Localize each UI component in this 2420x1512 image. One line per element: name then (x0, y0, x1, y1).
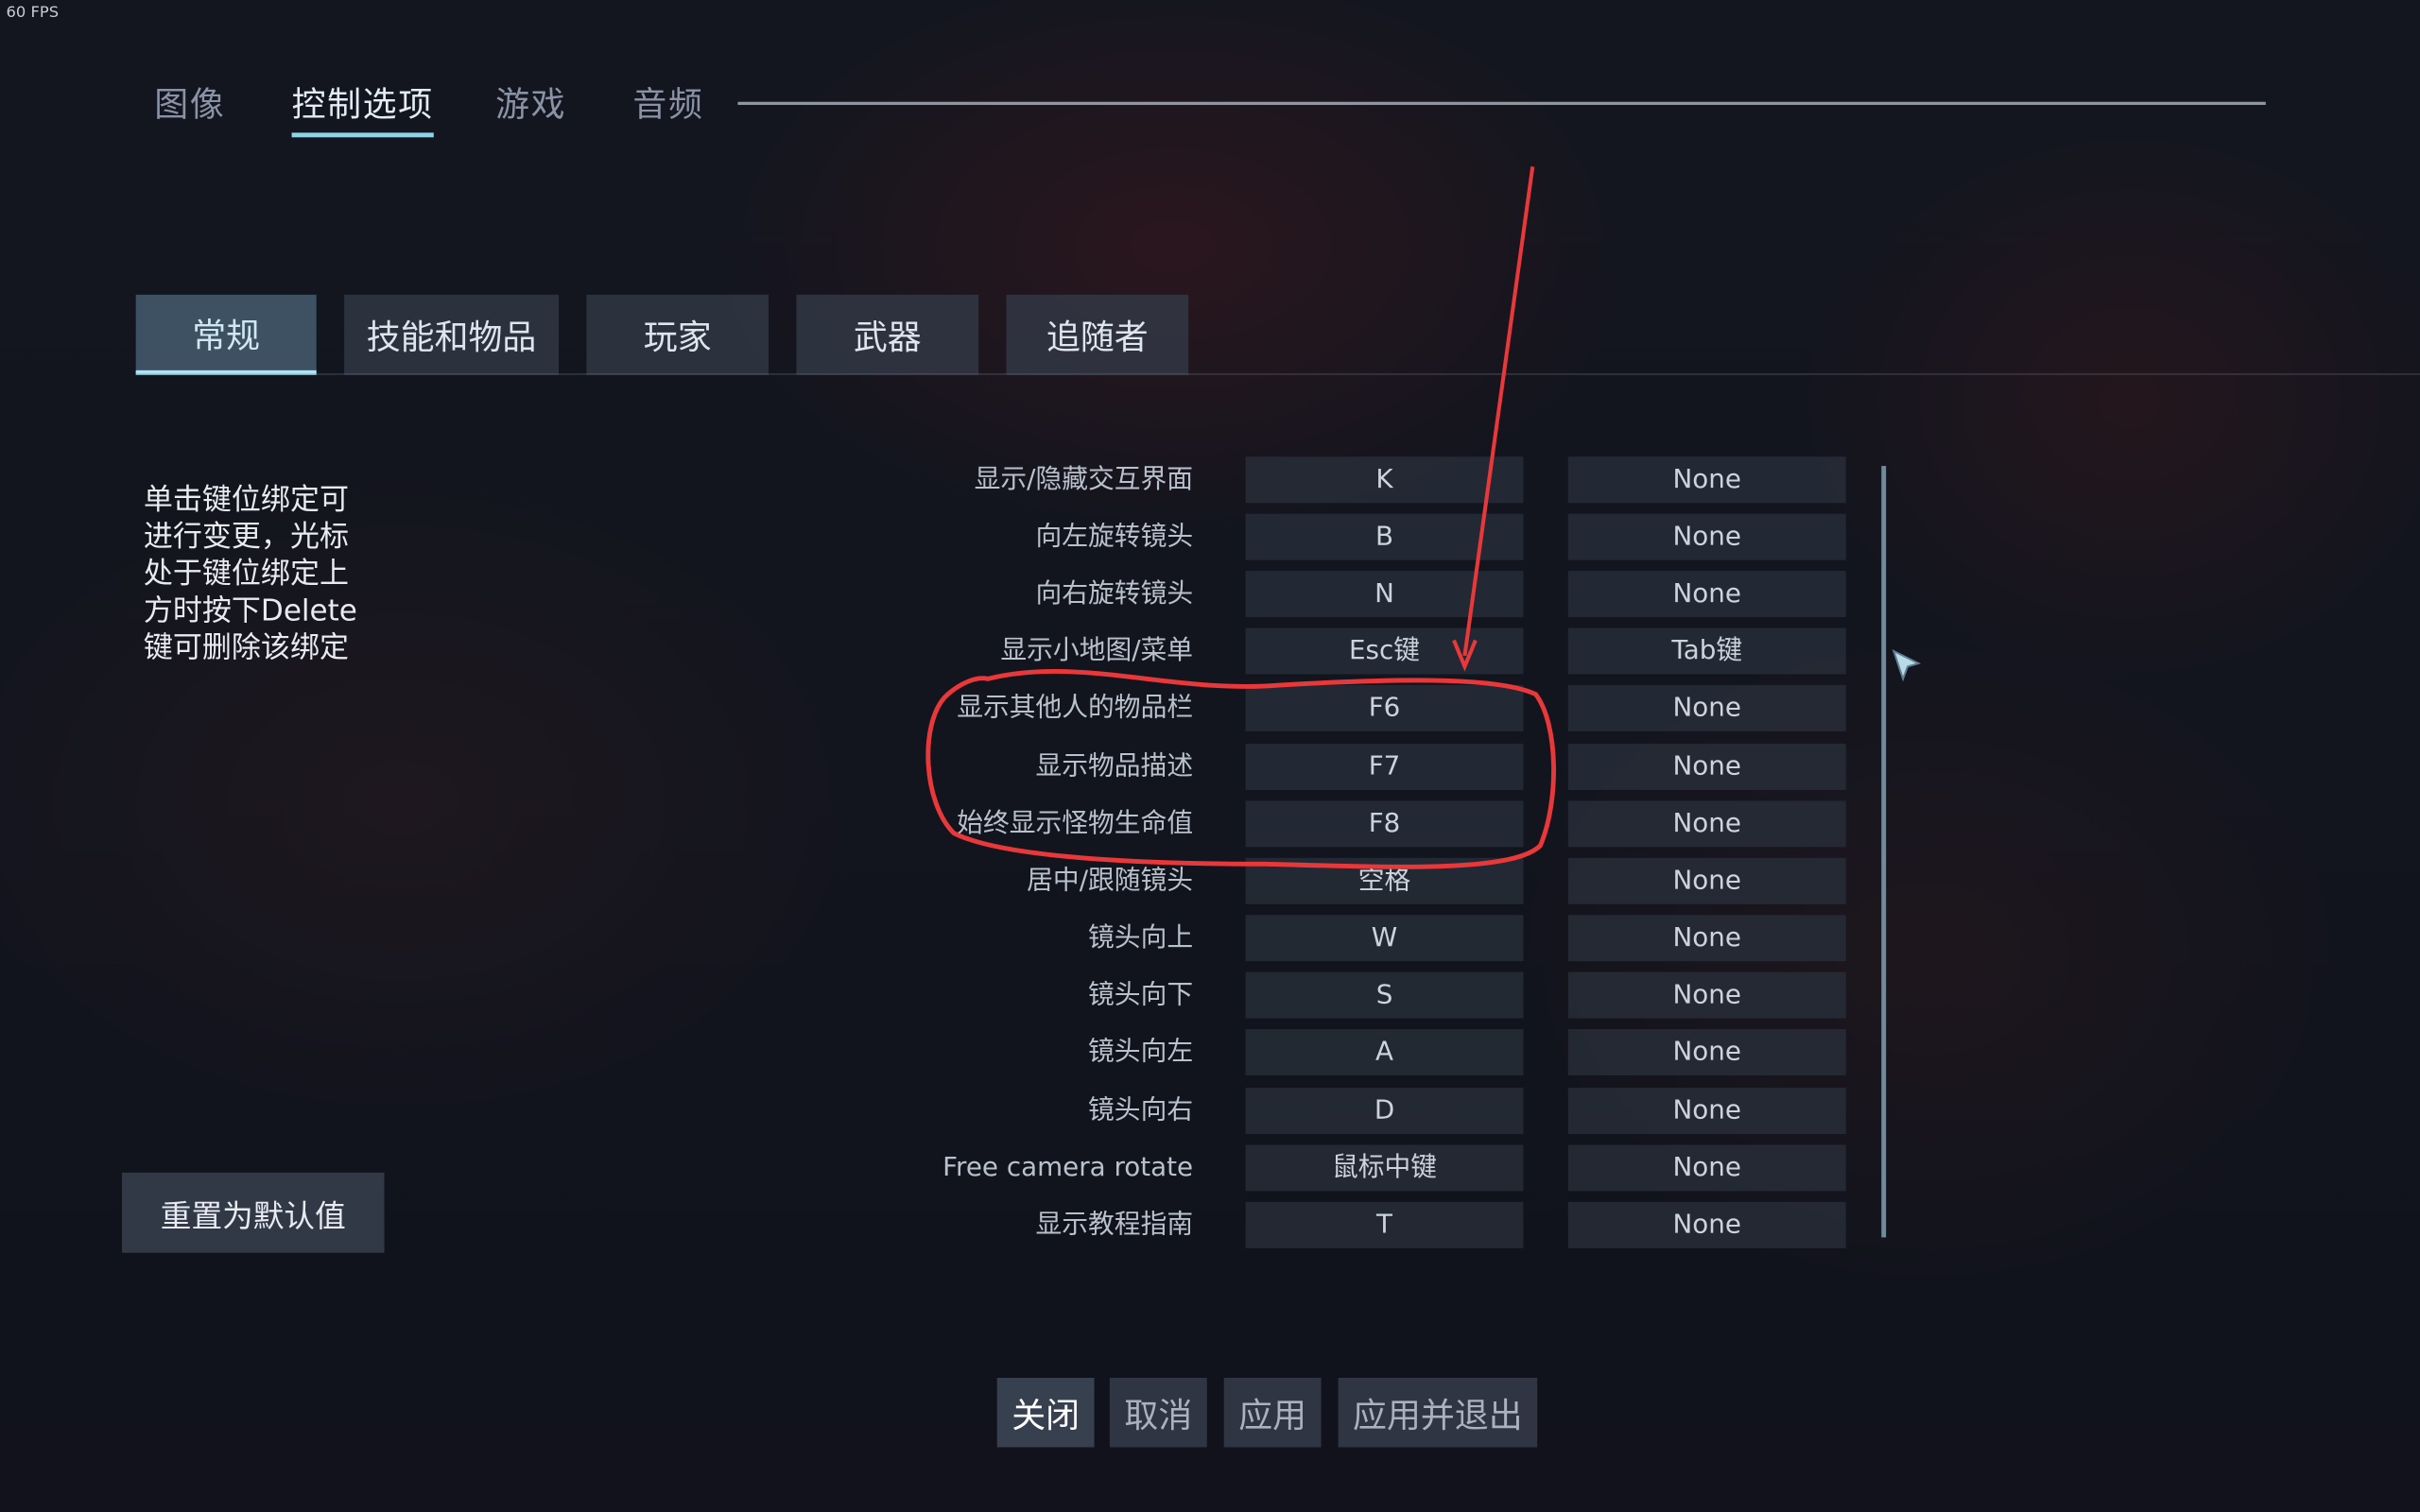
primary-key-button[interactable]: 鼠标中键 (1245, 1144, 1524, 1192)
tab-game[interactable]: 游戏 (495, 77, 566, 133)
red-annotation (925, 166, 1556, 869)
help-line: 键可删除该绑定 (143, 630, 350, 665)
secondary-key-button[interactable]: None (1567, 971, 1846, 1019)
secondary-key-button[interactable]: None (1567, 571, 1846, 618)
subtab-followers[interactable]: 追随者 (1006, 294, 1189, 375)
secondary-key-button[interactable]: None (1567, 1201, 1846, 1248)
primary-key-button[interactable]: S (1245, 971, 1524, 1019)
help-line: 单击键位绑定可 (143, 483, 350, 517)
subtab-weapons[interactable]: 武器 (796, 294, 979, 375)
binding-label: 显示/隐藏交互界面 (974, 464, 1194, 496)
binding-label: 镜头向上 (1088, 922, 1194, 954)
help-line: 方时按下Delete (143, 593, 357, 628)
secondary-key-button[interactable]: None (1567, 743, 1846, 790)
secondary-key-button[interactable]: None (1567, 857, 1846, 904)
secondary-key-button[interactable]: None (1567, 800, 1846, 848)
scrollbar[interactable] (1881, 466, 1887, 1238)
primary-key-button[interactable]: F6 (1245, 684, 1524, 731)
help-line: 处于键位绑定上 (143, 557, 350, 592)
binding-label: 镜头向右 (1088, 1095, 1194, 1126)
apply-and-exit-button[interactable]: 应用并退出 (1338, 1378, 1538, 1448)
close-button[interactable]: 关闭 (996, 1378, 1095, 1448)
secondary-key-button[interactable]: None (1567, 1144, 1846, 1192)
primary-key-button[interactable]: A (1245, 1029, 1524, 1075)
binding-label: 镜头向下 (1088, 979, 1194, 1011)
secondary-key-button[interactable]: None (1567, 1088, 1846, 1135)
secondary-key-button[interactable]: None (1567, 915, 1846, 962)
primary-key-button[interactable]: F8 (1245, 800, 1524, 848)
primary-key-button[interactable]: 空格 (1245, 857, 1524, 904)
binding-label: 居中/跟随镜头 (1027, 865, 1194, 897)
mouse-cursor-icon (1892, 649, 1922, 682)
apply-button[interactable]: 应用 (1223, 1378, 1322, 1448)
secondary-key-button[interactable]: None (1567, 456, 1846, 504)
binding-label: 向右旋转镜头 (1035, 578, 1194, 610)
help-line: 进行变更，光标 (143, 520, 350, 555)
subtab-player[interactable]: 玩家 (586, 294, 769, 375)
binding-label: 向左旋转镜头 (1035, 521, 1194, 553)
primary-key-button[interactable]: Esc键 (1245, 627, 1524, 675)
secondary-key-button[interactable]: None (1567, 1029, 1846, 1075)
reset-defaults-button[interactable]: 重置为默认值 (121, 1172, 385, 1253)
fps-counter: 60 FPS (6, 4, 60, 22)
binding-label: 镜头向左 (1088, 1037, 1194, 1068)
secondary-key-button[interactable]: None (1567, 684, 1846, 731)
secondary-key-button[interactable]: Tab键 (1567, 627, 1846, 675)
cancel-button[interactable]: 取消 (1109, 1378, 1207, 1448)
primary-key-button[interactable]: B (1245, 513, 1524, 560)
primary-key-button[interactable]: W (1245, 915, 1524, 962)
binding-label: 显示物品描述 (1035, 751, 1194, 782)
tab-audio[interactable]: 音频 (632, 77, 703, 133)
primary-key-button[interactable]: T (1245, 1201, 1524, 1248)
primary-key-button[interactable]: N (1245, 571, 1524, 618)
tab-graphics[interactable]: 图像 (154, 77, 225, 133)
binding-label: Free camera rotate (942, 1152, 1194, 1184)
primary-key-button[interactable]: K (1245, 456, 1524, 504)
binding-label: 显示小地图/菜单 (1000, 635, 1194, 667)
subtab-general[interactable]: 常规 (135, 294, 317, 375)
binding-label: 始终显示怪物生命值 (957, 808, 1194, 840)
help-text: 单击键位绑定可 进行变更，光标 处于键位绑定上 方时按下Delete 键可删除该… (144, 481, 390, 666)
binding-label: 显示教程指南 (1035, 1210, 1194, 1241)
tab-controls[interactable]: 控制选项 (291, 77, 434, 138)
binding-label: 显示其他人的物品栏 (957, 693, 1194, 724)
subtab-divider (135, 373, 2420, 375)
primary-key-button[interactable]: F7 (1245, 743, 1524, 790)
secondary-key-button[interactable]: None (1567, 513, 1846, 560)
subtab-skills-items[interactable]: 技能和物品 (344, 294, 560, 375)
primary-key-button[interactable]: D (1245, 1088, 1524, 1135)
top-tab-divider (737, 101, 2266, 106)
